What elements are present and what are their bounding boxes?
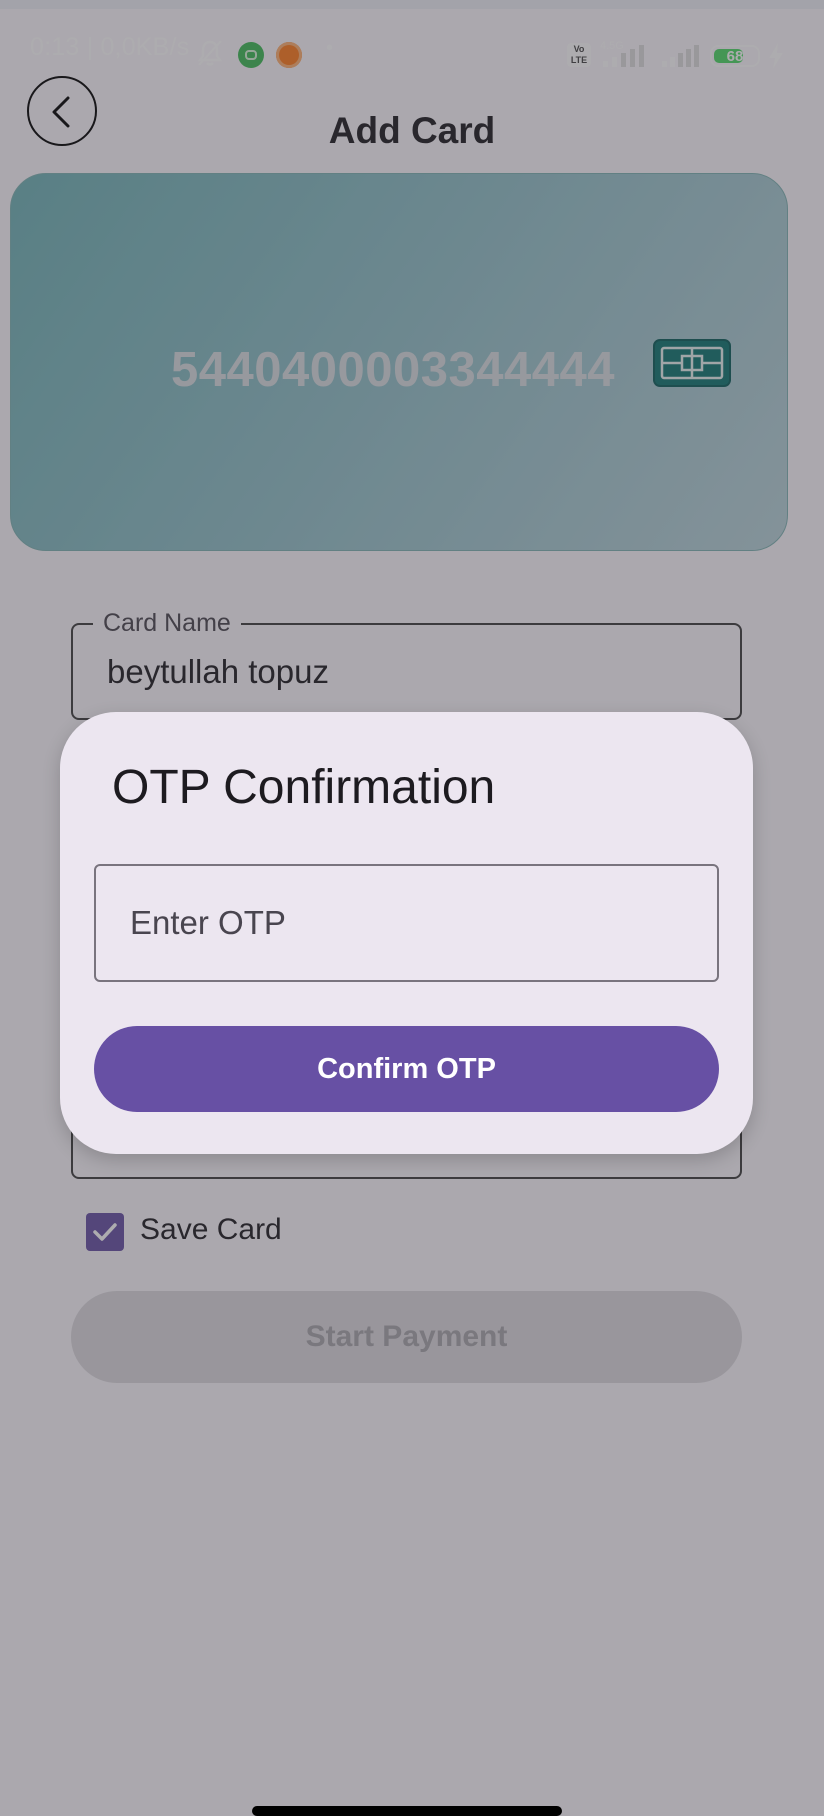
otp-input[interactable] [94, 864, 719, 982]
home-indicator[interactable] [252, 1806, 562, 1816]
otp-dialog: OTP Confirmation Confirm OTP [60, 712, 753, 1154]
dialog-title: OTP Confirmation [112, 761, 496, 814]
confirm-otp-button[interactable]: Confirm OTP [94, 1026, 719, 1112]
